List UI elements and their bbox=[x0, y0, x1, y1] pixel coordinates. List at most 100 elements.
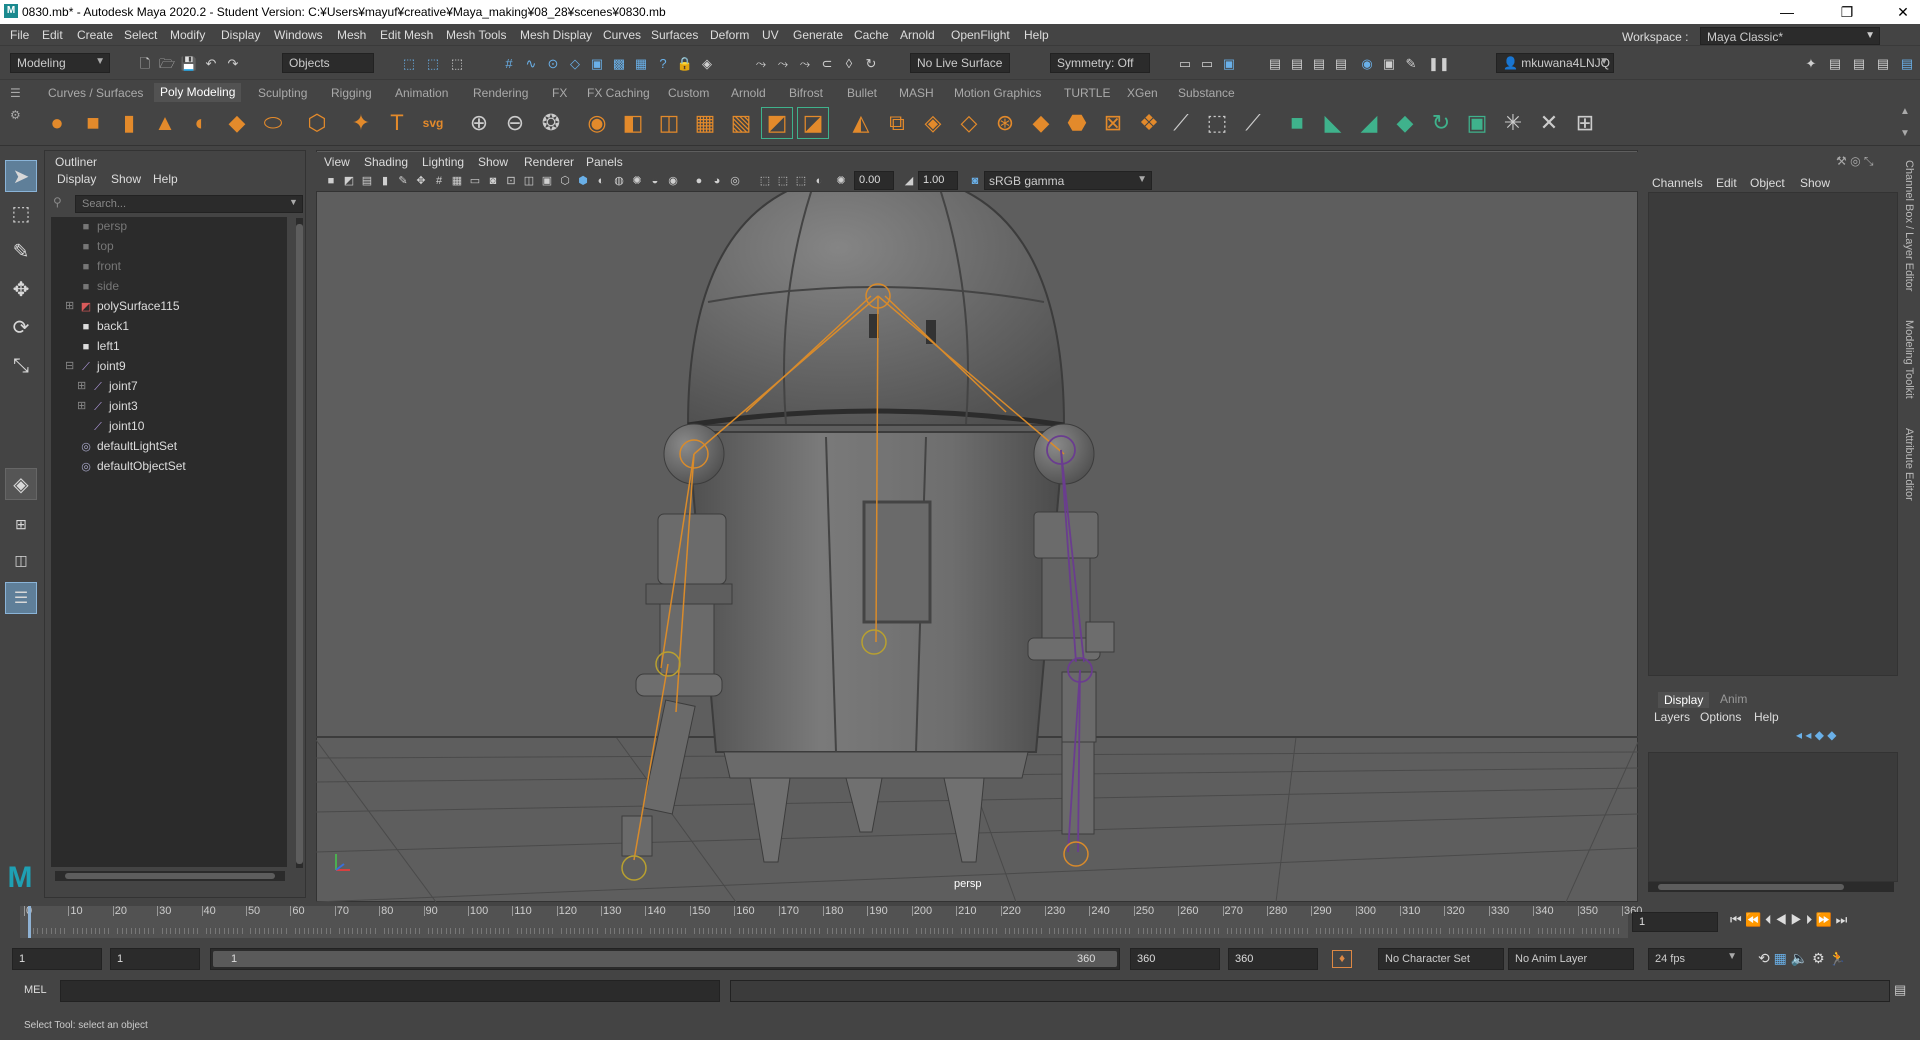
menu-curves[interactable]: Curves bbox=[603, 28, 641, 42]
field-chart-icon[interactable]: ⊡ bbox=[502, 172, 520, 190]
tab-bullet[interactable]: Bullet bbox=[847, 86, 877, 100]
user-account-dropdown[interactable]: 👤 mkuwana4LNJQ ▼ bbox=[1496, 53, 1614, 73]
command-input[interactable] bbox=[60, 980, 720, 1002]
list-item[interactable]: ⊟ ⟋ joint9 bbox=[65, 359, 126, 377]
sculpt-icon[interactable]: ⟋ bbox=[1166, 108, 1196, 138]
tab-fx[interactable]: FX bbox=[552, 86, 567, 100]
menu-modify[interactable]: Modify bbox=[170, 28, 205, 42]
cylindrical-map-icon[interactable]: ◣ bbox=[1318, 108, 1348, 138]
snap-grid-icon[interactable]: # bbox=[500, 55, 518, 73]
color-management-icon[interactable]: ◙ bbox=[966, 172, 984, 190]
viewport-scene[interactable]: persp bbox=[315, 170, 1639, 903]
textured-icon[interactable]: ◍ bbox=[610, 172, 628, 190]
tab-curves-surfaces[interactable]: Curves / Surfaces bbox=[48, 86, 143, 100]
filter-icon[interactable]: ⚲ bbox=[53, 195, 62, 209]
attribute-editor-icon[interactable]: ▤ bbox=[1826, 55, 1844, 73]
smooth-icon[interactable]: ❂ bbox=[536, 108, 566, 138]
connect-icon[interactable]: ◇ bbox=[954, 108, 984, 138]
render-settings-icon[interactable]: ▤ bbox=[1266, 55, 1284, 73]
rotate-snap-icon[interactable]: ↻ bbox=[862, 55, 880, 73]
tab-rendering[interactable]: Rendering bbox=[473, 86, 528, 100]
expand-icon[interactable]: ⊞ bbox=[65, 299, 74, 312]
outliner-menu-show[interactable]: Show bbox=[111, 172, 141, 186]
history-icon[interactable]: ⤳ bbox=[796, 55, 814, 73]
anim-prefs-icon[interactable]: ⚙ bbox=[1812, 950, 1825, 966]
list-item[interactable]: ⊞ ⟋ joint3 bbox=[77, 399, 138, 417]
tag-icon[interactable]: ◊ bbox=[840, 55, 858, 73]
arnold-render-icon[interactable]: ◉ bbox=[1358, 55, 1376, 73]
step-forward-frame-icon[interactable]: ⏵ bbox=[1806, 912, 1813, 927]
lock-icon[interactable]: 🔒 bbox=[676, 55, 694, 73]
super-shape-icon[interactable]: ✦ bbox=[346, 108, 376, 138]
snap-view-icon[interactable]: ◇ bbox=[566, 55, 584, 73]
smooth-shade-icon[interactable]: ⬢ bbox=[574, 172, 592, 190]
frame-selected-icon[interactable]: ⬚ bbox=[792, 172, 810, 190]
snap-point-icon[interactable]: ⊙ bbox=[544, 55, 562, 73]
layer-menu-layers[interactable]: Layers bbox=[1654, 710, 1690, 724]
select-tool-icon[interactable]: ➤ bbox=[5, 160, 37, 192]
step-back-frame-icon[interactable]: ⏴ bbox=[1765, 912, 1772, 927]
side-tab-modeling-toolkit[interactable]: Modeling Toolkit bbox=[1903, 320, 1915, 399]
list-item[interactable]: ⊞ ⟋ joint7 bbox=[77, 379, 138, 397]
four-view-layout-icon[interactable]: ⊞ bbox=[5, 508, 37, 540]
select-camera-icon[interactable]: ⬚ bbox=[756, 172, 774, 190]
tab-substance[interactable]: Substance bbox=[1178, 86, 1235, 100]
mirror-icon[interactable]: ◫ bbox=[654, 108, 684, 138]
light-editor-icon[interactable]: ▤ bbox=[1332, 55, 1350, 73]
shadows-icon[interactable]: ◒ bbox=[646, 172, 664, 190]
menu-edit[interactable]: Edit bbox=[42, 28, 63, 42]
gamma-field[interactable]: 1.00 bbox=[918, 171, 958, 190]
shaded-wire-icon[interactable]: ◐ bbox=[592, 172, 610, 190]
render-view-icon[interactable]: ▭ bbox=[1176, 55, 1194, 73]
tab-display[interactable]: Display bbox=[1658, 692, 1710, 708]
exposure-knob-icon[interactable]: ✺ bbox=[832, 172, 850, 190]
separate-icon[interactable]: ⊖ bbox=[500, 108, 530, 138]
shelf-menu-icon[interactable]: ☰ bbox=[10, 86, 26, 100]
menu-mesh[interactable]: Mesh bbox=[337, 28, 366, 42]
lights-icon[interactable]: ✺ bbox=[628, 172, 646, 190]
list-item[interactable]: ◎ defaultLightSet bbox=[79, 439, 177, 457]
cb-menu-channels[interactable]: Channels bbox=[1652, 176, 1703, 190]
tab-anim[interactable]: Anim bbox=[1720, 692, 1747, 706]
move-tool-icon[interactable]: ✥ bbox=[5, 274, 37, 306]
paint-select-icon[interactable]: ✎ bbox=[5, 236, 37, 268]
shelf-settings-icon[interactable]: ⚙ bbox=[10, 108, 21, 122]
vp-menu-renderer[interactable]: Renderer bbox=[524, 155, 574, 169]
poly-disc-icon[interactable]: ⬭ bbox=[258, 108, 288, 138]
two-view-layout-icon[interactable]: ◫ bbox=[5, 544, 37, 576]
menu-windows[interactable]: Windows bbox=[274, 28, 323, 42]
sound-icon[interactable]: 🔈 bbox=[1791, 950, 1808, 966]
snap-curve-icon[interactable]: ∿ bbox=[522, 55, 540, 73]
outliner-search-input[interactable]: Search... bbox=[75, 195, 303, 213]
workspace-dropdown[interactable]: Maya Classic* ▼ bbox=[1700, 27, 1880, 45]
time-slider-track[interactable]: 0102030405060708090100110120130140150160… bbox=[20, 905, 1642, 938]
planar-map-icon[interactable]: ■ bbox=[1282, 108, 1312, 138]
uv-unfold-icon[interactable]: ✳ bbox=[1498, 108, 1528, 138]
restore-button[interactable]: ❐ bbox=[1832, 2, 1862, 22]
step-forward-key-icon[interactable]: ⏩ bbox=[1816, 912, 1832, 927]
magnet-icon[interactable]: ⊂ bbox=[818, 55, 836, 73]
cb-menu-edit[interactable]: Edit bbox=[1716, 176, 1737, 190]
redo-icon[interactable]: ↷ bbox=[224, 55, 242, 73]
tab-arnold[interactable]: Arnold bbox=[731, 86, 766, 100]
menu-display[interactable]: Display bbox=[221, 28, 260, 42]
minimize-button[interactable]: — bbox=[1772, 2, 1802, 22]
combine-icon[interactable]: ⊕ bbox=[464, 108, 494, 138]
poly-cylinder-icon[interactable]: ▮ bbox=[114, 108, 144, 138]
fill-hole-icon[interactable]: ◪ bbox=[797, 107, 829, 139]
frame-all-icon[interactable]: ⬚ bbox=[774, 172, 792, 190]
resolution-gate-icon[interactable]: ▭ bbox=[466, 172, 484, 190]
menu-openflight[interactable]: OpenFlight bbox=[951, 28, 1010, 42]
menu-deform[interactable]: Deform bbox=[710, 28, 749, 42]
anim-end-field[interactable]: 360 bbox=[1130, 948, 1220, 970]
side-tab-attribute-editor[interactable]: Attribute Editor bbox=[1903, 428, 1915, 501]
fps-dropdown[interactable]: 24 fps ▼ bbox=[1648, 948, 1742, 970]
cut-faces-icon[interactable]: ⟋ bbox=[1238, 108, 1268, 138]
new-scene-icon[interactable]: 🗋 bbox=[136, 55, 154, 73]
snap-surface-icon[interactable]: ▣ bbox=[588, 55, 606, 73]
live-surface-field[interactable]: No Live Surface bbox=[910, 53, 1010, 73]
range-slider-bar[interactable]: 1 360 bbox=[210, 948, 1120, 970]
exposure-icon[interactable]: ◐ bbox=[810, 172, 828, 190]
selection-mode-dropdown[interactable]: Objects bbox=[282, 53, 374, 73]
tab-turtle[interactable]: TURTLE bbox=[1064, 86, 1110, 100]
